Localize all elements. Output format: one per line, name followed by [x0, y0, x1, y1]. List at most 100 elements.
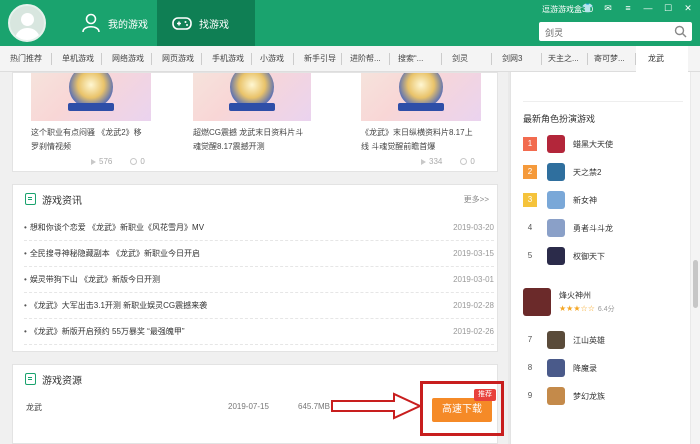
game-name: 权御天下 — [573, 251, 605, 261]
category-tab[interactable]: 手机游戏 — [202, 46, 252, 72]
article-stats: 334 0 — [421, 157, 475, 166]
person-icon — [82, 13, 100, 33]
article-stats: 576 0 — [91, 157, 145, 166]
game-name: 江山英雄 — [573, 335, 605, 345]
game-name: 烽火神州 — [559, 291, 591, 300]
window-controls: 👕 ✉ ≡ — ☐ ✕ — [582, 3, 694, 14]
game-icon — [547, 135, 565, 153]
play-icon — [421, 158, 426, 165]
star-rating: ★★★☆☆ — [559, 304, 595, 313]
sidebar-title: 最新角色扮演游戏 — [523, 114, 596, 124]
category-tab[interactable]: 剑网3 — [492, 46, 542, 72]
news-item[interactable]: 娱灵带狗下山 《龙武》新版今日开测2019-03-01 — [24, 267, 494, 293]
game-icon — [547, 191, 565, 209]
resource-size: 645.7MB — [298, 402, 331, 411]
tab-my-games-label: 我的游戏 — [108, 19, 148, 31]
article-title[interactable]: 《龙武》末日纵横资料片8.17上线 斗魂觉醒前瞻首爆 — [361, 126, 501, 154]
heart-icon — [460, 158, 468, 165]
rank-item[interactable]: 1 蜡黑大天使 — [523, 132, 683, 156]
game-icon — [547, 163, 565, 181]
sidebar: 最新角色扮演游戏 1 蜡黑大天使 2 天之禁2 3 新女神 4 勇者斗斗龙 5 … — [510, 72, 690, 444]
tab-my-games[interactable]: 我的游戏 — [66, 0, 152, 46]
resources-title: 游戏资源 — [42, 375, 82, 387]
article-image[interactable] — [193, 73, 311, 121]
rank-number: 9 — [527, 391, 533, 400]
shirt-icon[interactable]: 👕 — [582, 3, 594, 14]
close-icon[interactable]: ✕ — [682, 3, 694, 14]
article-title[interactable]: 这个职业有点闷骚 《龙武2》移 罗刹情视频 — [31, 126, 171, 154]
category-tab[interactable]: 搜索“... — [390, 46, 442, 72]
news-title: 游戏资讯 — [42, 195, 82, 207]
category-tab-active[interactable]: 龙武 — [636, 46, 688, 72]
resources-icon — [25, 373, 36, 385]
news-item[interactable]: 《龙武》新版开启预约 55万暴奖 “最强魄甲”2019-02-26 — [24, 319, 494, 345]
rank-item[interactable]: 4 勇者斗斗龙 — [523, 216, 683, 240]
search-input[interactable]: 剑灵 — [545, 26, 563, 39]
game-name: 勇者斗斗龙 — [573, 223, 613, 233]
game-name: 天之禁2 — [573, 167, 602, 177]
rank-item[interactable]: 3 新女神 — [523, 188, 683, 212]
maximize-icon[interactable]: ☐ — [662, 3, 674, 14]
category-tab[interactable]: 网络游戏 — [102, 46, 152, 72]
resources-header: 游戏资源 — [25, 368, 82, 390]
scrollbar-thumb[interactable] — [693, 260, 698, 308]
game-name: 蜡黑大天使 — [573, 139, 613, 149]
rank-item-featured[interactable]: 烽火神州 ★★★☆☆ 6.4分 — [523, 282, 683, 322]
rank-number: 7 — [527, 335, 533, 344]
category-tab[interactable]: 小游戏 — [252, 46, 294, 72]
news-header: 游戏资讯 — [25, 188, 82, 210]
rank-item[interactable]: 5 权御天下 — [523, 244, 683, 268]
category-tab[interactable]: 天主之... — [542, 46, 588, 72]
rank-item[interactable]: 9 梦幻龙族 — [523, 384, 683, 408]
category-tab[interactable]: 网页游戏 — [152, 46, 202, 72]
game-name: 新女神 — [573, 195, 597, 205]
news-icon — [25, 193, 36, 205]
category-tab[interactable]: 寄可梦... — [588, 46, 636, 72]
rank-item[interactable]: 8 降魔录 — [523, 356, 683, 380]
category-tab[interactable]: 进阶帮... — [342, 46, 390, 72]
category-tab[interactable]: 单机游戏 — [52, 46, 102, 72]
search-box[interactable]: 剑灵 — [539, 22, 692, 41]
category-tab[interactable]: 热门推荐 — [0, 46, 52, 72]
article-image[interactable] — [361, 73, 481, 121]
game-icon — [547, 331, 565, 349]
game-icon — [523, 288, 551, 316]
game-icon — [547, 387, 565, 405]
article-title[interactable]: 超燃CG震撼 龙武末日资料片斗 魂觉醒8.17震撼开测 — [193, 126, 333, 154]
game-score: 6.4分 — [597, 306, 615, 313]
search-icon[interactable] — [674, 25, 687, 38]
category-tab[interactable]: 剑灵 — [442, 46, 492, 72]
rank-item[interactable]: 7 江山英雄 — [523, 328, 683, 352]
menu-icon[interactable]: ≡ — [622, 3, 634, 14]
category-bar: 热门推荐 单机游戏 网络游戏 网页游戏 手机游戏 小游戏 新手引导 进阶帮...… — [0, 46, 700, 72]
tab-find-games-label: 找游戏 — [199, 19, 229, 31]
rank-number: 8 — [527, 363, 533, 372]
scrollbar[interactable] — [691, 72, 700, 444]
sidebar-top-divider — [523, 72, 683, 102]
news-item[interactable]: 《龙武》大军出击3.1开测 新职业娱灵CG震撼来袭2019-02-28 — [24, 293, 494, 319]
user-avatar[interactable] — [8, 4, 46, 42]
news-item[interactable]: 全民搜寻神秘隐藏副本 《龙武》新职业今日开启2019-03-15 — [24, 241, 494, 267]
rank-item[interactable]: 2 天之禁2 — [523, 160, 683, 184]
highlight-box — [420, 381, 504, 436]
annotation-arrow-icon — [331, 392, 423, 420]
minimize-icon[interactable]: — — [642, 3, 654, 14]
mail-icon[interactable]: ✉ — [602, 3, 614, 14]
gamepad-icon — [172, 17, 192, 30]
more-link[interactable]: 更多>> — [464, 194, 489, 205]
tab-find-games[interactable]: 找游戏 — [157, 0, 255, 46]
rank-number: 3 — [523, 193, 537, 207]
game-name: 梦幻龙族 — [573, 391, 605, 401]
rank-number: 2 — [523, 165, 537, 179]
rank-number: 4 — [527, 223, 533, 232]
article-image[interactable] — [31, 73, 151, 121]
news-item[interactable]: 想和你谈个恋爱 《龙武》新职业《风花雪月》MV2019-03-20 — [24, 215, 494, 241]
game-icon — [547, 219, 565, 237]
resource-name[interactable]: 龙武 — [26, 402, 42, 413]
game-name: 降魔录 — [573, 363, 597, 373]
app-header: 我的游戏 找游戏 逗游游戏盒3.0 👕 ✉ ≡ — ☐ ✕ 剑灵 — [0, 0, 700, 46]
game-icon — [547, 359, 565, 377]
category-tab[interactable]: 新手引导 — [294, 46, 342, 72]
play-icon — [91, 158, 96, 165]
heart-icon — [130, 158, 138, 165]
